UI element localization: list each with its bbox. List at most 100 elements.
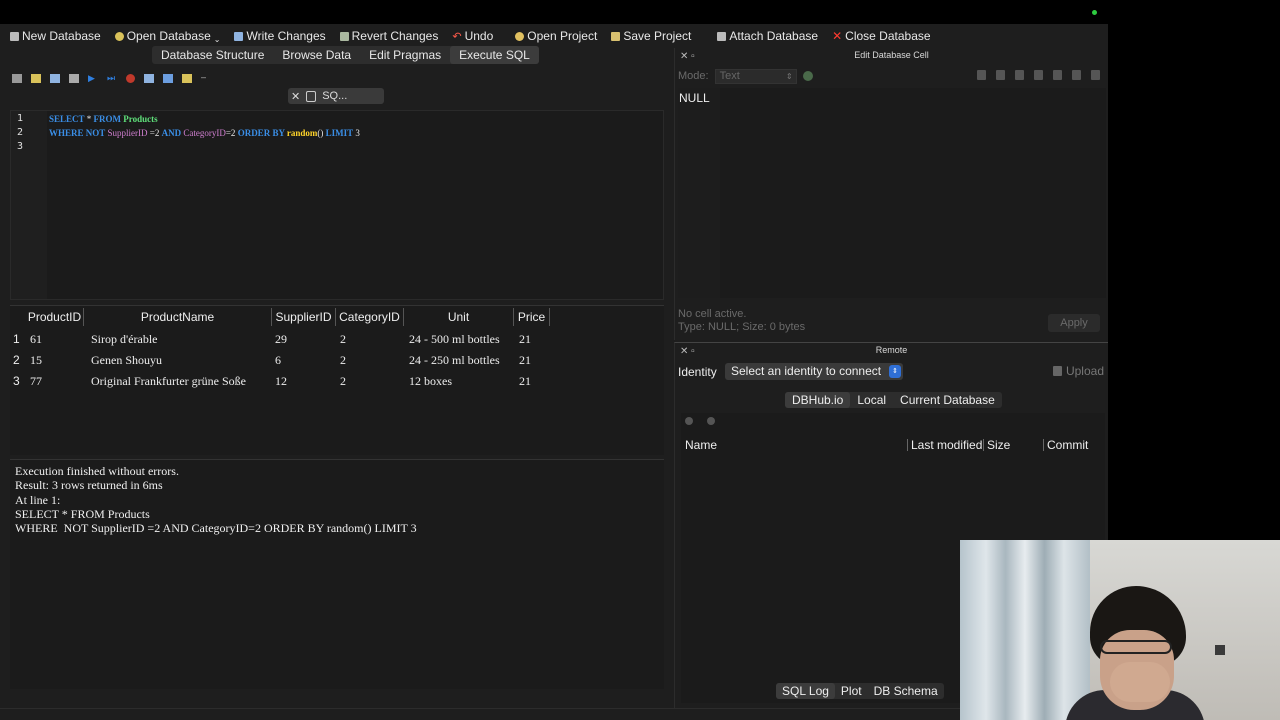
table-cell[interactable]: 24 - 250 ml bottles xyxy=(409,350,500,370)
open-tab-icon[interactable] xyxy=(12,73,22,83)
webcam-overlay xyxy=(960,540,1280,720)
column-header[interactable]: ProductName xyxy=(84,308,272,326)
tab-current-database[interactable]: Current Database xyxy=(893,392,1002,408)
main-tab-bar: Database Structure Browse Data Edit Prag… xyxy=(152,46,539,64)
find-replace-icon[interactable] xyxy=(182,73,192,83)
status-bar xyxy=(0,708,1108,720)
table-cell[interactable]: 2 xyxy=(340,350,346,370)
table-cell[interactable]: Original Frankfurter grüne Soße xyxy=(91,371,246,391)
attach-database-button[interactable]: Attach Database xyxy=(717,29,818,43)
table-cell[interactable]: Sirop d'érable xyxy=(91,329,157,349)
tab-local[interactable]: Local xyxy=(850,392,893,408)
new-database-button[interactable]: New Database xyxy=(10,29,101,43)
tab-db-schema[interactable]: DB Schema xyxy=(868,683,944,699)
system-menubar xyxy=(0,0,1280,24)
find-icon[interactable] xyxy=(163,73,173,83)
save-sql-file-icon[interactable] xyxy=(50,73,60,83)
table-cell[interactable]: 21 xyxy=(519,350,531,370)
table-cell[interactable]: 15 xyxy=(30,350,42,370)
column-header[interactable]: CategoryID xyxy=(336,308,404,326)
column-header[interactable]: Name xyxy=(685,437,717,453)
write-changes-button[interactable]: Write Changes xyxy=(234,29,326,43)
results-header: ProductID ProductName SupplierID Categor… xyxy=(10,308,664,326)
column-header[interactable]: ProductID xyxy=(26,308,84,326)
stop-execution-icon[interactable] xyxy=(126,73,135,83)
execution-message-pane[interactable]: Execution finished without errors. Result… xyxy=(10,459,664,689)
column-header[interactable]: Price xyxy=(514,308,550,326)
tab-execute-sql[interactable]: Execute SQL xyxy=(450,46,539,64)
table-cell[interactable]: 21 xyxy=(519,329,531,349)
remote-tab-bar: DBHub.io Local Current Database xyxy=(785,392,1002,408)
identity-select[interactable]: Select an identity to connect ⇕ xyxy=(725,363,903,380)
tab-browse-data[interactable]: Browse Data xyxy=(273,46,360,64)
table-cell[interactable]: 61 xyxy=(30,329,42,349)
set-null-icon[interactable] xyxy=(1015,70,1024,80)
table-row[interactable]: 1 61 Sirop d'érable 29 2 24 - 500 ml bot… xyxy=(10,329,664,349)
print-icon[interactable] xyxy=(69,73,79,83)
comment-icon[interactable]: – xyxy=(201,72,211,83)
auto-format-icon[interactable] xyxy=(802,71,813,81)
tab-database-structure[interactable]: Database Structure xyxy=(152,46,273,64)
open-database-button[interactable]: Open Database ⌄ xyxy=(114,29,221,44)
table-cell[interactable]: 6 xyxy=(275,350,281,370)
column-header[interactable]: Unit xyxy=(404,308,514,326)
column-header[interactable]: Size xyxy=(987,437,1010,453)
import-icon[interactable] xyxy=(977,70,986,80)
tab-plot[interactable]: Plot xyxy=(835,683,868,699)
remote-list-toolbar xyxy=(685,417,715,425)
table-cell[interactable]: 21 xyxy=(519,371,531,391)
column-header[interactable]: Commit xyxy=(1047,437,1088,453)
table-row[interactable]: 2 15 Genen Shouyu 6 2 24 - 250 ml bottle… xyxy=(10,350,664,370)
revert-changes-button[interactable]: Revert Changes xyxy=(339,29,438,43)
save-project-button[interactable]: Save Project xyxy=(611,29,691,43)
tab-dbhub[interactable]: DBHub.io xyxy=(785,392,851,408)
close-database-button[interactable]: ✕ Close Database xyxy=(832,29,930,43)
table-cell[interactable]: 24 - 500 ml bottles xyxy=(409,329,500,349)
save-results-icon[interactable] xyxy=(144,73,154,83)
row-number[interactable]: 3 xyxy=(13,371,23,391)
tab-edit-pragmas[interactable]: Edit Pragmas xyxy=(360,46,450,64)
close-tab-icon[interactable]: ✕ xyxy=(291,90,300,103)
message-line: At line 1: xyxy=(15,492,61,507)
execute-line-icon[interactable]: ⏭ xyxy=(107,73,117,83)
table-row[interactable]: 3 77 Original Frankfurter grüne Soße 12 … xyxy=(10,371,664,391)
open-project-button[interactable]: Open Project xyxy=(515,29,597,43)
dropdown-caret-icon[interactable]: ⌄ xyxy=(214,35,221,44)
table-cell[interactable]: 77 xyxy=(30,371,42,391)
remote-list-header: Name Last modified Size Commit xyxy=(681,437,1105,453)
column-header[interactable]: Last modified xyxy=(911,437,982,453)
attach-database-icon xyxy=(717,31,727,41)
table-cell[interactable]: 29 xyxy=(275,329,287,349)
row-number[interactable]: 2 xyxy=(13,350,23,370)
export-icon[interactable] xyxy=(996,70,1005,80)
apply-button[interactable]: Apply xyxy=(1048,314,1100,332)
close-float-icons[interactable]: ✕ ▫ xyxy=(680,49,695,64)
table-cell[interactable]: 12 xyxy=(275,371,287,391)
undo-button[interactable]: ↶ Undo xyxy=(452,29,493,43)
tab-sql-log[interactable]: SQL Log xyxy=(776,683,835,699)
table-cell[interactable]: Genen Shouyu xyxy=(91,350,162,370)
row-number[interactable]: 1 xyxy=(13,329,23,349)
sql-toolbar: ▶ ⏭ – xyxy=(8,68,668,88)
clone-icon[interactable] xyxy=(707,417,715,425)
table-cell[interactable]: 2 xyxy=(340,329,346,349)
cell-editor[interactable]: NULL xyxy=(678,88,1106,298)
open-external-icon[interactable] xyxy=(1072,70,1081,80)
refresh-icon[interactable] xyxy=(685,417,693,425)
message-line: WHERE NOT SupplierID =2 AND CategoryID=2… xyxy=(15,521,417,536)
close-float-icons[interactable]: ✕ ▫ xyxy=(680,344,695,359)
column-header[interactable]: SupplierID xyxy=(272,308,336,326)
sql-editor[interactable]: 1 2 3 SELECT * FROM Products WHERE NOT S… xyxy=(10,110,664,300)
print-cell-icon[interactable] xyxy=(1091,70,1100,80)
open-sql-file-icon[interactable] xyxy=(31,73,41,83)
table-cell[interactable]: 2 xyxy=(340,371,346,391)
sql-editor-tab[interactable]: ✕ SQ... xyxy=(288,88,384,104)
results-grid[interactable]: ProductID ProductName SupplierID Categor… xyxy=(10,305,664,455)
mode-select[interactable]: Text ⇕ xyxy=(714,68,797,84)
word-wrap-icon[interactable] xyxy=(1053,70,1062,80)
open-database-icon xyxy=(114,31,124,41)
execute-all-icon[interactable]: ▶ xyxy=(88,73,98,83)
upload-button[interactable]: Upload xyxy=(1052,364,1104,378)
table-cell[interactable]: 12 boxes xyxy=(409,371,452,391)
copy-icon[interactable] xyxy=(1034,70,1043,80)
